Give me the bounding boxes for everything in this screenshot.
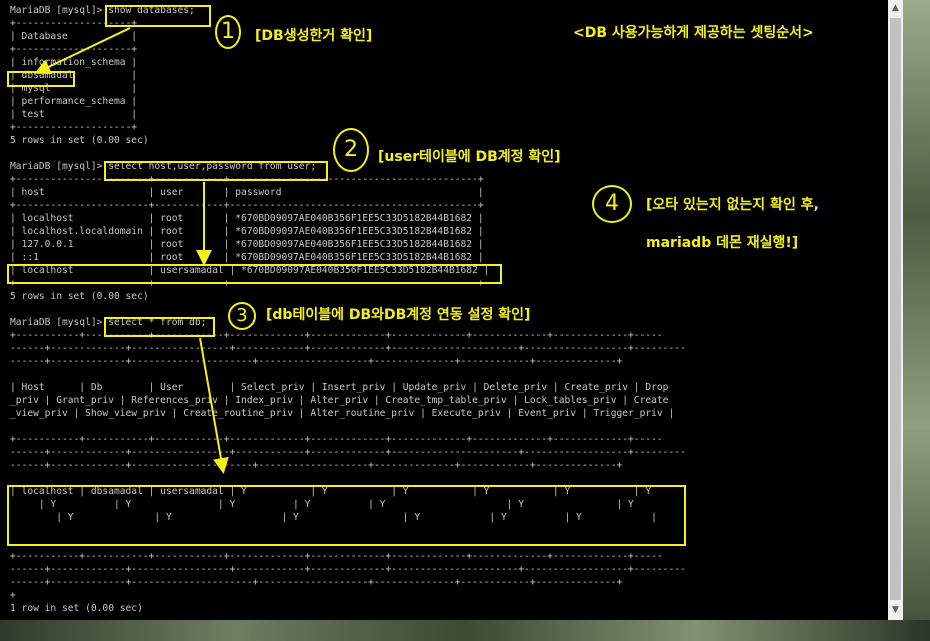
highlight-db-result-row: [7, 485, 686, 546]
terminal-line: | 127.0.0.1 | root | *670BD09097AE040B35…: [10, 239, 484, 250]
terminal-line: +--------------------+: [10, 44, 138, 55]
desktop-wallpaper-right: [903, 0, 930, 641]
terminal-line: | ::1 | root | *670BD09097AE040B356F1EE5…: [10, 252, 484, 263]
terminal-line: 1 row in set (0.00 sec): [10, 603, 143, 614]
step-4-label-line2: mariadb 데몬 재실행!]: [646, 235, 799, 251]
scroll-down-arrow-icon[interactable]: ▼: [888, 602, 903, 619]
step-1-label: [DB생성한거 확인]: [255, 28, 373, 44]
terminal-line: | information_schema |: [10, 57, 138, 68]
step-2-label: [user테이블에 DB계정 확인]: [378, 149, 561, 165]
vertical-scrollbar[interactable]: ▲ ▼: [888, 0, 903, 620]
step-3-number: 3: [228, 302, 256, 330]
terminal-line: 5 rows in set (0.00 sec): [10, 291, 149, 302]
step-4-label-line1: [오타 있는지 없는지 확인 후,: [646, 197, 819, 213]
highlight-select-user: [104, 161, 328, 181]
step-4-number: 4: [592, 185, 632, 223]
terminal-line: ------+-------------+-----------------+-…: [10, 564, 686, 575]
settings-order-header: <DB 사용가능하게 제공하는 셋팅순서>: [573, 25, 814, 41]
step-3-label: [db테이블에 DB와DB계정 연동 설정 확인]: [266, 307, 531, 323]
scroll-thumb[interactable]: [890, 18, 901, 600]
terminal-line: | host | user | password |: [10, 187, 484, 198]
highlight-show-databases: [105, 5, 211, 27]
terminal-line: | Database |: [10, 31, 138, 42]
terminal-line: ------+-------------+-----------------+-…: [10, 447, 686, 458]
highlight-select-db: [104, 317, 215, 337]
terminal-line: | Host | Db | User | Select_priv | Inser…: [10, 382, 669, 393]
scroll-up-arrow-icon[interactable]: ▲: [888, 0, 903, 17]
terminal-line: +-----------+-----------+------------+--…: [10, 551, 663, 562]
highlight-dbsamadal: [7, 71, 75, 87]
terminal-line: | localhost.localdomain | root | *670BD0…: [10, 226, 484, 237]
step-1-number: 1: [215, 15, 241, 49]
step-2-number: 2: [333, 128, 369, 172]
terminal-line: +-----------------------+------------+--…: [10, 200, 484, 211]
terminal-line: +: [10, 590, 16, 601]
terminal-line: ------+-------------+-------------------…: [10, 577, 623, 588]
terminal-line: ------+-------------+-------------------…: [10, 460, 623, 471]
terminal-line: +--------------------+: [10, 122, 138, 133]
terminal-line: | test |: [10, 109, 138, 120]
terminal-line: +-----------+-----------+------------+--…: [10, 434, 663, 445]
terminal-line: ------+-------------+-----------------+-…: [10, 343, 686, 354]
desktop-wallpaper-bottom: [0, 620, 930, 641]
highlight-usersamadal-row: [7, 264, 502, 284]
terminal-line: _view_priv | Show_view_priv | Create_rou…: [10, 408, 675, 419]
terminal-line: _priv | Grant_priv | References_priv | I…: [10, 395, 669, 406]
terminal-line: | localhost | root | *670BD09097AE040B35…: [10, 213, 484, 224]
terminal-line: ------+-------------+-------------------…: [10, 356, 623, 367]
terminal-line: | performance_schema |: [10, 96, 138, 107]
terminal-line: 5 rows in set (0.00 sec): [10, 135, 149, 146]
